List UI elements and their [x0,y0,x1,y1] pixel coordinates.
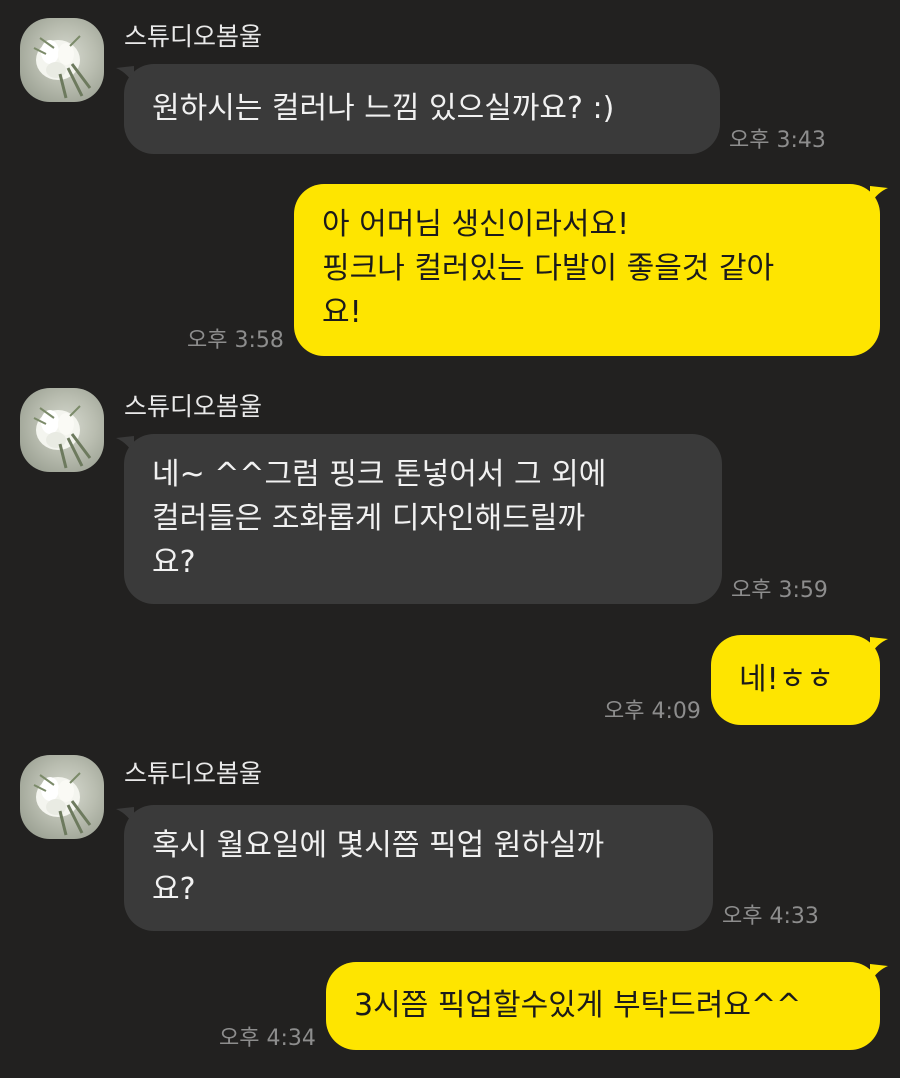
bubble-tail [870,186,888,204]
message-text-line: 네!ㅎㅎ [739,662,834,697]
calla-lily-bouquet-icon [33,405,92,469]
sender-name: 스튜디오봄울 [124,392,263,421]
message-text-line: 핑크나 컬러있는 다발이 좋을것 같아 [322,251,775,286]
message-timestamp: 오후 3:43 [729,128,826,153]
message-bubble-outgoing[interactable]: 3시쯤 픽업할수있게 부탁드려요^^ [326,962,880,1050]
sender-name: 스튜디오봄울 [124,22,263,51]
message-timestamp: 오후 4:33 [722,904,819,929]
sender-avatar[interactable] [20,18,104,102]
message-timestamp: 오후 3:58 [187,328,284,353]
message-text-line: 아 어머님 생신이라서요! [322,207,630,242]
bubble-tail [870,637,888,655]
sender-avatar[interactable] [20,388,104,472]
message-timestamp: 오후 4:09 [604,699,701,724]
message-text-line: 컬러들은 조화롭게 디자인해드릴까 [152,501,586,536]
message-bubble-incoming[interactable]: 원하시는 컬러나 느낌 있으실까요? :) [124,64,720,154]
message-bubble-outgoing[interactable]: 네!ㅎㅎ [711,635,880,725]
message-text-line: 네~ ^^그럼 핑크 톤넣어서 그 외에 [152,457,607,492]
bubble-tail [870,964,888,982]
message-bubble-incoming[interactable]: 네~ ^^그럼 핑크 톤넣어서 그 외에 컬러들은 조화롭게 디자인해드릴까 요… [124,434,722,604]
message-text-line: 요? [152,545,196,580]
sender-name: 스튜디오봄울 [124,759,263,788]
sender-avatar[interactable] [20,755,104,839]
message-text-line: 3시쯤 픽업할수있게 부탁드려요^^ [354,988,802,1023]
message-text-line: 혹시 월요일에 몇시쯤 픽업 원하실까 [152,828,605,863]
calla-lily-bouquet-icon [33,35,92,99]
message-text-line: 원하시는 컬러나 느낌 있으실까요? :) [152,91,615,126]
message-bubble-incoming[interactable]: 혹시 월요일에 몇시쯤 픽업 원하실까 요? [124,805,713,931]
message-text-line: 요? [152,872,196,907]
message-bubble-outgoing[interactable]: 아 어머님 생신이라서요! 핑크나 컬러있는 다발이 좋을것 같아 요! [294,184,880,356]
message-text-line: 요! [322,295,362,330]
calla-lily-bouquet-icon [33,772,92,836]
message-timestamp: 오후 4:34 [219,1026,316,1051]
message-timestamp: 오후 3:59 [731,578,828,603]
